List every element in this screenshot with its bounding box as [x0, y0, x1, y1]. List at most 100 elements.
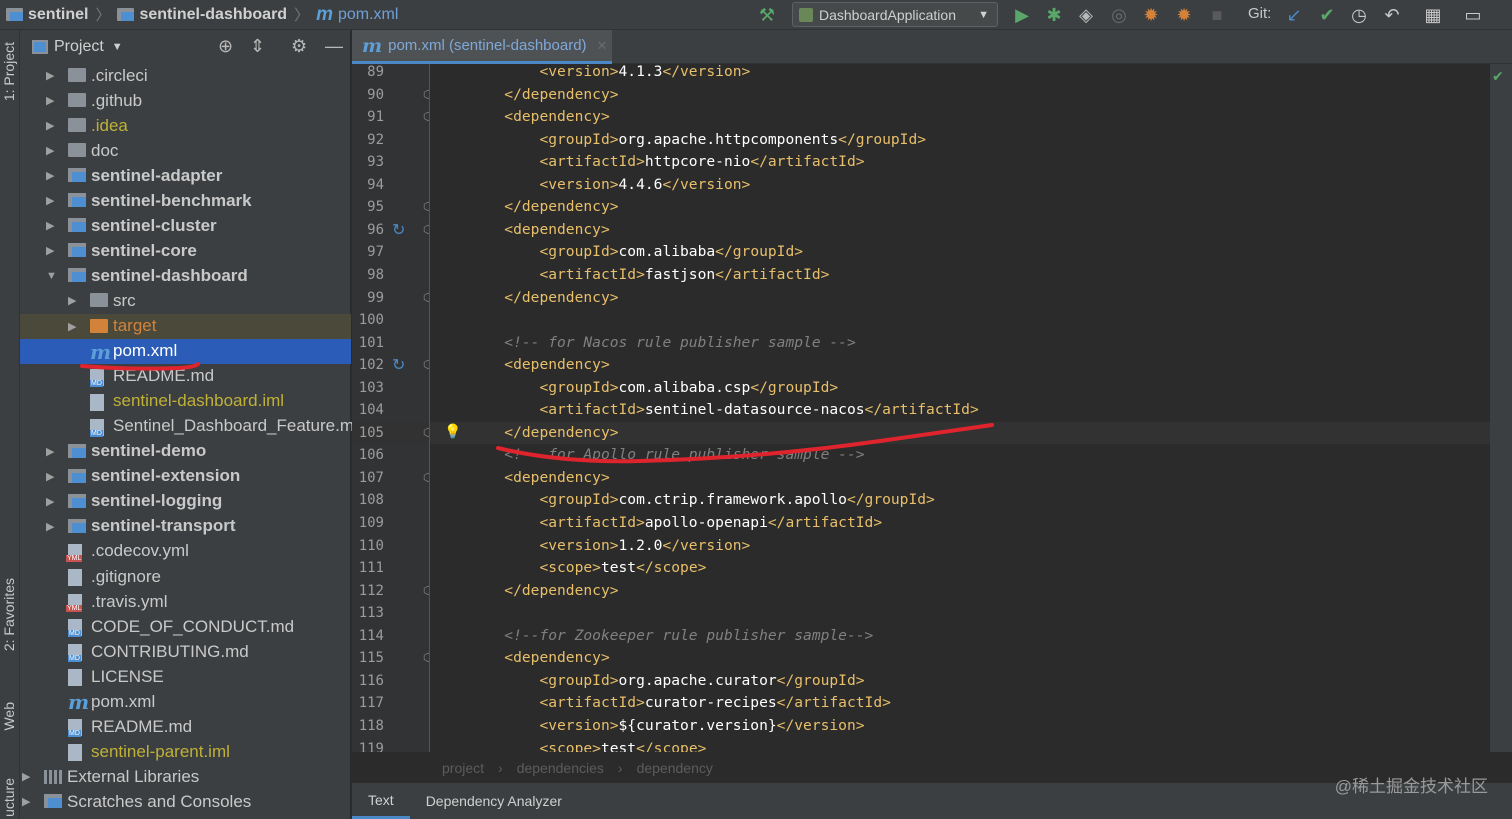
attach-debugger-icon[interactable]: ✹ [1140, 4, 1162, 26]
tool-tab-structure[interactable]: ucture [1, 778, 17, 817]
collapsed-arrow-icon[interactable]: ▶ [22, 770, 30, 783]
tree-item[interactable]: README.md [20, 714, 351, 739]
fold-marker-icon[interactable]: ⬡ [423, 358, 429, 371]
collapsed-arrow-icon[interactable]: ▶ [46, 169, 54, 182]
tree-item[interactable]: ▶ target [20, 313, 351, 339]
breadcrumb-file[interactable]: pom.xml [338, 6, 398, 24]
tree-item-label: pom.xml [113, 341, 178, 361]
fold-marker-icon[interactable]: ⬡ [423, 291, 429, 304]
line-number: 110 [358, 537, 384, 554]
git-update-icon[interactable]: ↙ [1283, 4, 1305, 26]
hide-panel-icon[interactable]: — [325, 36, 343, 57]
tree-item[interactable]: sentinel-parent.iml [20, 739, 351, 764]
tree-item[interactable]: ▶ Scratches and Consoles [20, 789, 351, 814]
tree-item[interactable]: ▶ sentinel-cluster [20, 213, 351, 238]
tree-item[interactable]: CONTRIBUTING.md [20, 639, 351, 664]
tree-item[interactable]: CODE_OF_CONDUCT.md [20, 614, 351, 639]
fold-marker-icon[interactable]: ⬡ [423, 223, 429, 236]
dependency-update-icon[interactable]: ↻ [392, 220, 405, 240]
tree-item[interactable]: m pom.xml [20, 338, 351, 364]
coverage-icon[interactable]: ◈ [1075, 4, 1097, 26]
tree-item[interactable]: m pom.xml [20, 689, 351, 714]
tree-item[interactable]: ▶ sentinel-extension [20, 464, 351, 489]
tree-item[interactable]: ▶ .circleci [20, 63, 351, 88]
tree-item[interactable]: ▶ sentinel-core [20, 238, 351, 263]
collapsed-arrow-icon[interactable]: ▶ [46, 194, 54, 207]
collapsed-arrow-icon[interactable]: ▶ [46, 470, 54, 483]
tree-item[interactable]: README.md [20, 364, 351, 389]
breadcrumb-module[interactable]: sentinel-dashboard [139, 6, 287, 24]
tree-item[interactable]: ▶ sentinel-logging [20, 489, 351, 514]
fold-marker-icon[interactable]: ⬡ [423, 426, 429, 439]
profile-icon[interactable]: ◎ [1108, 4, 1130, 26]
tree-item[interactable]: ▶ External Libraries [20, 764, 351, 789]
fold-marker-icon[interactable]: ⬡ [423, 471, 429, 484]
collapse-all-icon[interactable]: ⇕ [250, 36, 265, 57]
chevron-down-icon[interactable]: ▼ [112, 41, 123, 53]
tab-text[interactable]: Text [352, 783, 410, 819]
collapsed-arrow-icon[interactable]: ▶ [68, 294, 76, 307]
git-commit-icon[interactable]: ✔ [1316, 4, 1338, 26]
tree-item[interactable]: Sentinel_Dashboard_Feature.md [20, 414, 363, 439]
collapsed-arrow-icon[interactable]: ▶ [46, 94, 54, 107]
tab-dependency-analyzer[interactable]: Dependency Analyzer [410, 783, 578, 819]
git-rollback-icon[interactable]: ↶ [1381, 4, 1403, 26]
tree-item[interactable]: ▶ sentinel-adapter [20, 163, 351, 188]
run-configuration-select[interactable]: DashboardApplication ▼ [792, 2, 998, 27]
code-editor[interactable]: <version>4.1.3</version> </dependency> <… [430, 64, 1512, 752]
gear-icon[interactable]: ⚙ [291, 36, 307, 57]
build-hammer-icon[interactable]: ⚒ [756, 4, 778, 26]
module-file-icon [68, 744, 82, 762]
tree-item[interactable]: .travis.yml [20, 589, 351, 614]
collapsed-arrow-icon[interactable]: ▶ [46, 119, 54, 132]
tree-item[interactable]: ▼ sentinel-dashboard [20, 263, 351, 288]
close-icon[interactable]: ✕ [597, 38, 608, 54]
tree-item[interactable]: ▶ doc [20, 138, 351, 163]
tree-item[interactable]: ▶ src [20, 288, 351, 313]
collapsed-arrow-icon[interactable]: ▶ [46, 219, 54, 232]
editor-tab-pom[interactable]: m pom.xml (sentinel-dashboard) ✕ [352, 30, 612, 64]
tree-item[interactable]: ▶ sentinel-demo [20, 439, 351, 464]
collapsed-arrow-icon[interactable]: ▶ [46, 244, 54, 257]
breadcrumb-project[interactable]: sentinel [28, 6, 88, 24]
tree-item[interactable]: LICENSE [20, 664, 351, 689]
collapsed-arrow-icon[interactable]: ▶ [46, 144, 54, 157]
run-dashboard-icon[interactable]: ✹ [1173, 4, 1195, 26]
tool-tab-favorites[interactable]: 2: Favorites [1, 578, 17, 651]
tree-item[interactable]: sentinel-dashboard.iml [20, 389, 351, 414]
fold-marker-icon[interactable]: ⬡ [423, 651, 429, 664]
tree-item[interactable]: .codecov.yml [20, 539, 351, 564]
locate-file-icon[interactable]: ⊕ [218, 36, 233, 57]
git-history-icon[interactable]: ◷ [1348, 4, 1370, 26]
project-panel-title[interactable]: Project [54, 38, 104, 56]
collapsed-arrow-icon[interactable]: ▶ [46, 495, 54, 508]
collapsed-arrow-icon[interactable]: ▶ [22, 795, 30, 808]
code-line: <!-- for Apollo rule publisher sample --… [504, 446, 865, 464]
tree-item[interactable]: ▶ .github [20, 88, 351, 113]
fold-marker-icon[interactable]: ⬡ [423, 200, 429, 213]
collapsed-arrow-icon[interactable]: ▶ [46, 520, 54, 533]
fold-marker-icon[interactable]: ⬡ [423, 110, 429, 123]
tree-item[interactable]: .gitignore [20, 564, 351, 589]
xml-breadcrumb-item[interactable]: project [442, 760, 484, 776]
tree-item[interactable]: ▶ .idea [20, 113, 351, 138]
tree-item[interactable]: ▶ sentinel-transport [20, 514, 351, 539]
collapsed-arrow-icon[interactable]: ▶ [46, 445, 54, 458]
xml-breadcrumb-item[interactable]: dependency [637, 760, 713, 776]
fold-marker-icon[interactable]: ⬡ [423, 584, 429, 597]
run-icon[interactable]: ▶ [1011, 4, 1033, 26]
dependency-update-icon[interactable]: ↻ [392, 355, 405, 375]
maven-file-icon: m [316, 3, 333, 25]
fold-marker-icon[interactable]: ⬡ [423, 88, 429, 101]
tool-tab-web[interactable]: Web [1, 702, 17, 731]
project-structure-icon[interactable]: ▦ [1422, 4, 1444, 26]
tree-item[interactable]: ▶ sentinel-benchmark [20, 188, 351, 213]
presentation-mode-icon[interactable]: ▭ [1462, 4, 1484, 26]
collapsed-arrow-icon[interactable]: ▶ [46, 69, 54, 82]
expanded-arrow-icon[interactable]: ▼ [46, 270, 57, 282]
stop-icon[interactable]: ■ [1206, 4, 1228, 26]
xml-breadcrumb-item[interactable]: dependencies [517, 760, 604, 776]
debug-icon[interactable]: ✱ [1043, 4, 1065, 26]
tool-tab-project[interactable]: 1: Project [1, 42, 17, 101]
collapsed-arrow-icon[interactable]: ▶ [68, 320, 76, 333]
